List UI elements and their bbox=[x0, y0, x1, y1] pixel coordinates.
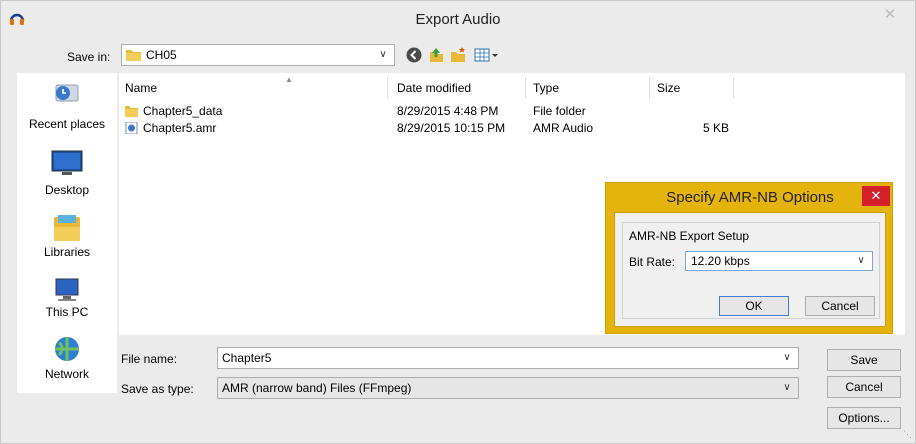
table-row[interactable]: Chapter5_data 8/29/2015 4:48 PM File fol… bbox=[119, 103, 905, 119]
column-header-type[interactable]: Type bbox=[533, 81, 559, 95]
sort-ascending-icon: ▲ bbox=[285, 75, 293, 84]
back-icon[interactable] bbox=[405, 46, 423, 64]
title-bar: Export Audio ✕ bbox=[1, 1, 915, 37]
save-button[interactable]: Save bbox=[827, 349, 901, 371]
chevron-down-icon[interactable]: ∨ bbox=[780, 348, 794, 368]
column-header-size[interactable]: Size bbox=[657, 81, 680, 95]
file-size: 5 KB bbox=[702, 121, 729, 135]
chevron-down-icon: ∨ bbox=[857, 255, 865, 266]
file-name-label: File name: bbox=[121, 352, 178, 366]
folder-icon bbox=[126, 50, 141, 61]
file-type: File folder bbox=[533, 104, 586, 118]
column-separator[interactable] bbox=[387, 77, 388, 99]
column-separator[interactable] bbox=[649, 77, 650, 99]
ok-button[interactable]: OK bbox=[719, 296, 789, 316]
window-title: Export Audio bbox=[415, 11, 501, 28]
audio-file-icon bbox=[125, 122, 138, 134]
amr-cancel-button[interactable]: Cancel bbox=[805, 296, 875, 316]
save-as-type-value: AMR (narrow band) Files (FFmpeg) bbox=[222, 381, 412, 395]
save-in-value: CH05 bbox=[146, 48, 177, 62]
options-button[interactable]: Options... bbox=[827, 407, 901, 429]
libraries-icon bbox=[54, 215, 80, 241]
column-header-name[interactable]: Name bbox=[125, 81, 157, 95]
export-audio-dialog: Export Audio ✕ Save in: CH05 ∨ Recent pl… bbox=[0, 0, 916, 444]
amr-close-button[interactable]: ✕ bbox=[862, 186, 890, 206]
column-header-date-modified[interactable]: Date modified bbox=[397, 81, 471, 95]
save-in-label: Save in: bbox=[67, 50, 111, 64]
network-icon bbox=[55, 337, 79, 361]
group-label: AMR-NB Export Setup bbox=[629, 229, 750, 243]
place-label: This PC bbox=[45, 305, 89, 319]
bit-rate-label: Bit Rate: bbox=[629, 255, 676, 269]
save-as-type-dropdown[interactable]: AMR (narrow band) Files (FFmpeg) ∨ bbox=[217, 377, 799, 399]
bit-rate-value: 12.20 kbps bbox=[691, 254, 750, 268]
resize-grip-icon[interactable]: ⋱ bbox=[903, 429, 913, 439]
column-separator[interactable] bbox=[525, 77, 526, 99]
amr-options-dialog: Specify AMR-NB Options ✕ AMR-NB Export S… bbox=[605, 182, 893, 334]
place-label: Recent places bbox=[28, 117, 106, 131]
chevron-down-icon: ∨ bbox=[379, 49, 387, 60]
file-date: 8/29/2015 10:15 PM bbox=[397, 121, 506, 135]
recent-places-icon bbox=[55, 84, 79, 102]
amr-dialog-title: Specify AMR-NB Options bbox=[666, 189, 834, 206]
column-separator[interactable] bbox=[733, 77, 734, 99]
cancel-button[interactable]: Cancel bbox=[827, 376, 901, 398]
table-row[interactable]: Chapter5.amr 8/29/2015 10:15 PM AMR Audi… bbox=[119, 120, 905, 136]
file-date: 8/29/2015 4:48 PM bbox=[397, 104, 499, 118]
new-folder-icon[interactable] bbox=[449, 46, 467, 64]
export-setup-group: AMR-NB Export Setup Bit Rate: 12.20 kbps… bbox=[622, 222, 880, 319]
up-folder-icon[interactable] bbox=[427, 46, 445, 64]
file-name: Chapter5.amr bbox=[143, 121, 217, 135]
chevron-down-icon: ∨ bbox=[783, 382, 791, 393]
file-name-value: Chapter5 bbox=[222, 351, 272, 365]
this-pc-icon bbox=[55, 278, 79, 301]
file-name-input[interactable]: Chapter5 ∨ bbox=[217, 347, 799, 369]
folder-icon bbox=[125, 106, 138, 117]
window-close-button[interactable]: ✕ bbox=[873, 4, 907, 26]
desktop-icon bbox=[51, 150, 83, 175]
file-type: AMR Audio bbox=[533, 121, 594, 135]
amr-dialog-body: AMR-NB Export Setup Bit Rate: 12.20 kbps… bbox=[614, 212, 886, 327]
place-label: Desktop bbox=[44, 183, 90, 197]
view-menu-icon[interactable] bbox=[473, 46, 499, 64]
save-in-dropdown[interactable]: CH05 ∨ bbox=[121, 44, 395, 66]
save-as-type-label: Save as type: bbox=[121, 382, 194, 396]
bit-rate-dropdown[interactable]: 12.20 kbps ∨ bbox=[685, 251, 873, 271]
place-label: Libraries bbox=[43, 245, 91, 259]
place-label: Network bbox=[44, 367, 89, 381]
file-name: Chapter5_data bbox=[143, 104, 223, 118]
places-bar: Recent places Desktop Libraries This PC … bbox=[17, 73, 117, 393]
